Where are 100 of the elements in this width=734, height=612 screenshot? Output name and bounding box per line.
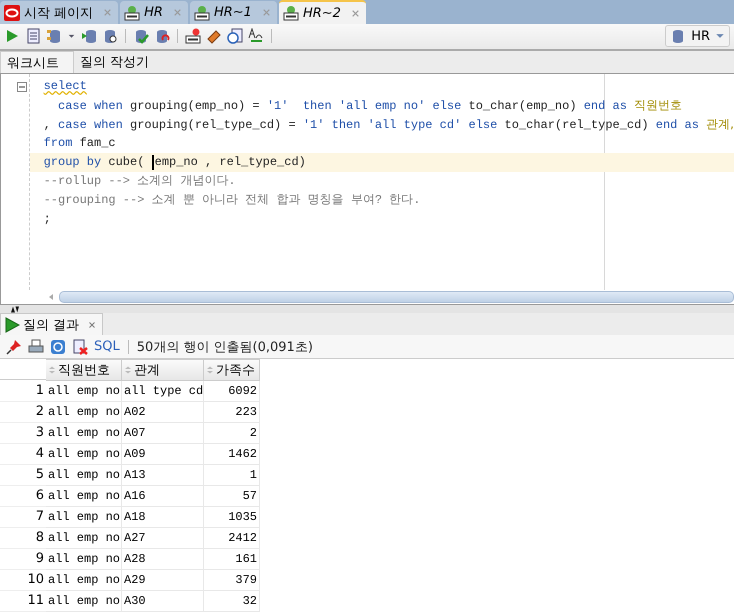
row-number: 3 — [0, 423, 46, 444]
table-cell: A29 — [122, 570, 204, 591]
close-icon[interactable] — [350, 8, 360, 18]
column-header[interactable]: 직원번호 — [46, 359, 122, 381]
column-header[interactable]: 가족수 — [204, 359, 260, 381]
code-token: else — [432, 99, 462, 114]
code-token: emp_no , rel_type_cd) — [154, 155, 306, 170]
code-token: --rollup --> 소계의 개념이다. — [44, 174, 236, 188]
code-token: case when — [58, 118, 124, 132]
table-cell: 32 — [204, 591, 260, 612]
table-cell: A27 — [122, 528, 204, 549]
row-number: 2 — [0, 402, 46, 423]
table-cell: 1462 — [204, 444, 260, 465]
table-cell: all emp no — [46, 381, 122, 402]
database-run-icon[interactable] — [81, 28, 97, 44]
delete-document-icon[interactable] — [72, 338, 88, 355]
code-token: then — [332, 118, 362, 132]
run-script-icon[interactable] — [25, 28, 41, 44]
table-cell: all emp no — [46, 507, 122, 528]
code-token: case when — [56, 99, 124, 114]
table-cell: all type cd — [122, 381, 204, 402]
run-icon[interactable] — [4, 28, 20, 44]
database-search-icon[interactable] — [102, 28, 118, 44]
table-cell: all emp no — [46, 591, 122, 612]
code-token: 직원번호 — [634, 98, 682, 112]
code-token: grouping(rel_type_cd) = — [130, 118, 297, 132]
table-cell: all emp no — [46, 528, 122, 549]
table-cell: 1035 — [204, 507, 260, 528]
table-cell: 161 — [204, 549, 260, 570]
code-token: '1' — [266, 99, 290, 114]
table-cell: all emp no — [46, 486, 122, 507]
worksheet-tab[interactable]: 워크시트 — [0, 50, 74, 74]
sql-link[interactable]: SQL — [94, 339, 120, 354]
query-result-tab[interactable]: 질의 결과 — [0, 313, 104, 336]
oracle-ring-icon — [4, 4, 20, 20]
print-icon[interactable] — [28, 338, 44, 355]
connection-selector[interactable]: HR — [665, 25, 730, 48]
table-cell: A13 — [122, 465, 204, 486]
row-number: 5 — [0, 465, 46, 486]
row-number: 9 — [0, 549, 46, 570]
fold-toggle-icon[interactable] — [16, 82, 27, 92]
code-token: fam_c — [80, 136, 116, 150]
document-tab[interactable]: HR~2 — [278, 0, 366, 24]
column-header[interactable]: 관계 — [122, 359, 204, 381]
table-cell: all emp no — [46, 465, 122, 486]
code-token: 관계, — [706, 117, 734, 132]
code-token: group by — [44, 155, 102, 170]
database-check-icon[interactable] — [133, 28, 149, 44]
code-token: end as — [584, 99, 628, 114]
font-case-icon[interactable] — [248, 28, 264, 44]
code-token: cube( — [108, 155, 146, 170]
table-cell: A28 — [122, 549, 204, 570]
table-cell: 2 — [204, 423, 260, 444]
close-icon[interactable] — [88, 320, 96, 329]
row-number: 11 — [0, 591, 46, 612]
database-tree-icon[interactable] — [46, 28, 62, 44]
code-token: from — [44, 136, 74, 150]
row-number: 4 — [0, 444, 46, 465]
table-cell: 223 — [204, 402, 260, 423]
table-cell: A18 — [122, 507, 204, 528]
table-cell: all emp no — [46, 549, 122, 570]
pin-icon[interactable] — [6, 338, 22, 355]
table-cell: 379 — [204, 570, 260, 591]
code-token: , — [44, 118, 52, 132]
code-token: ; — [44, 212, 51, 226]
code-token: --grouping --> 소계 뿐 아니라 전체 합과 명칭을 부여? 한다. — [44, 193, 420, 208]
status-text: 50개의 행이 인출됨(0,091초) — [136, 338, 313, 356]
code-token: to_char(emp_no) — [468, 99, 578, 114]
text-cursor — [152, 154, 154, 170]
code-token: grouping(emp_no) = — [130, 99, 261, 114]
table-cell: A07 — [122, 423, 204, 444]
sql-file-icon — [282, 5, 299, 21]
table-cell: all emp no — [46, 402, 122, 423]
table-cell: 6092 — [204, 381, 260, 402]
sql-file-icon — [124, 4, 140, 20]
database-undo-icon[interactable] — [154, 28, 170, 44]
row-number: 8 — [0, 528, 46, 549]
run-icon — [4, 316, 20, 333]
code-token: then — [302, 99, 333, 114]
table-cell: A30 — [122, 591, 204, 612]
table-cell: 2412 — [204, 528, 260, 549]
document-tab[interactable]: HR~1 — [190, 1, 277, 24]
row-number: 10 — [0, 570, 46, 591]
document-tab[interactable]: HR — [120, 1, 188, 24]
code-token: end as — [656, 118, 700, 132]
scrollbar-thumb[interactable] — [59, 291, 734, 304]
table-cell: A02 — [122, 402, 204, 423]
code-token: 'all emp no' — [338, 99, 426, 114]
code-token: to_char(rel_type_cd) — [504, 118, 650, 132]
eraser-icon[interactable] — [206, 28, 222, 44]
table-cell: A09 — [122, 444, 204, 465]
table-cell: 57 — [204, 486, 260, 507]
table-cell: A16 — [122, 486, 204, 507]
sql-file-icon — [194, 4, 210, 20]
worksheet-tab[interactable]: 질의 작성기 — [74, 50, 156, 74]
document-tab[interactable]: 시작 페이지 — [0, 1, 118, 24]
row-number: 7 — [0, 507, 46, 528]
table-cell: 1 — [204, 465, 260, 486]
row-number: 6 — [0, 486, 46, 507]
code-token: 'all type cd' — [368, 118, 462, 132]
